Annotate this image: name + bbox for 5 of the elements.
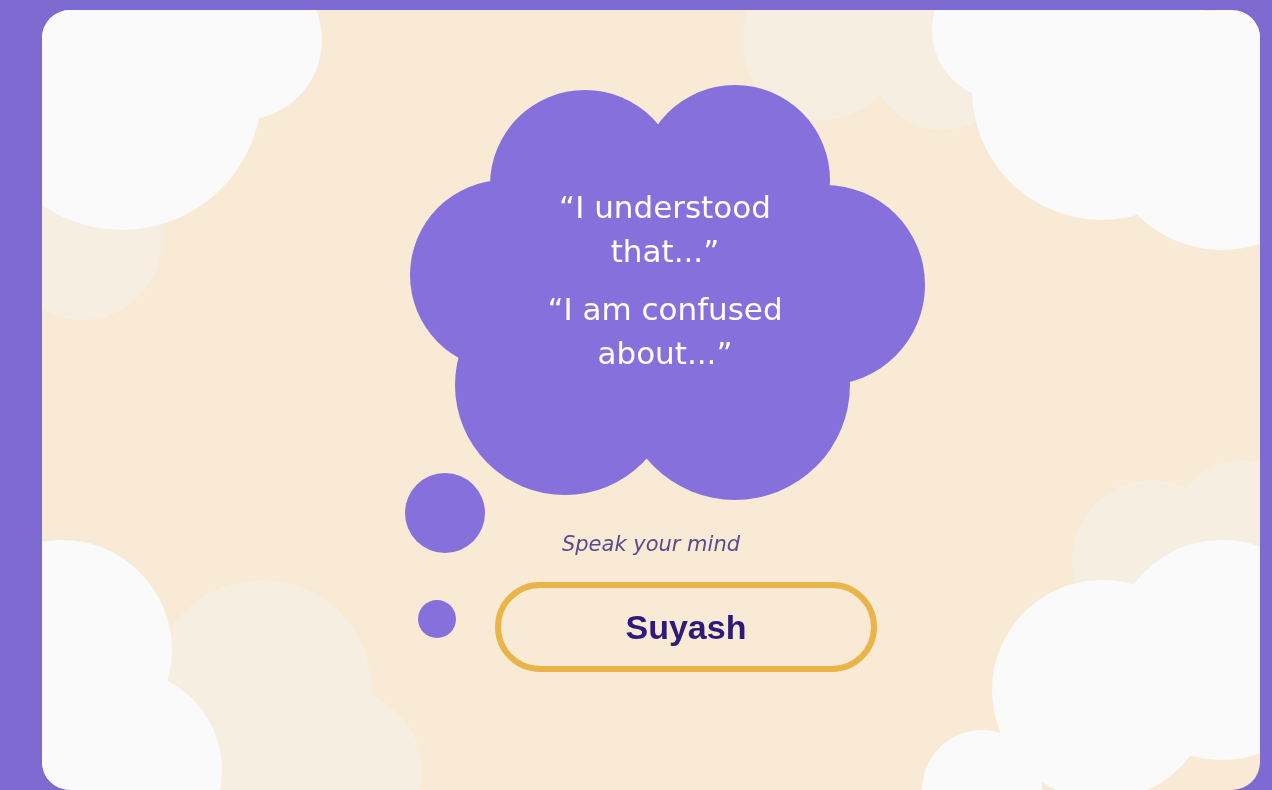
name-button[interactable]: Suyash — [495, 582, 877, 672]
prompt-text: Speak your mind — [561, 532, 741, 556]
thought-bubble-dot — [418, 600, 456, 638]
quote-text: “I am confused about...” — [546, 290, 784, 373]
quote-text: “I understood that...” — [558, 188, 772, 271]
